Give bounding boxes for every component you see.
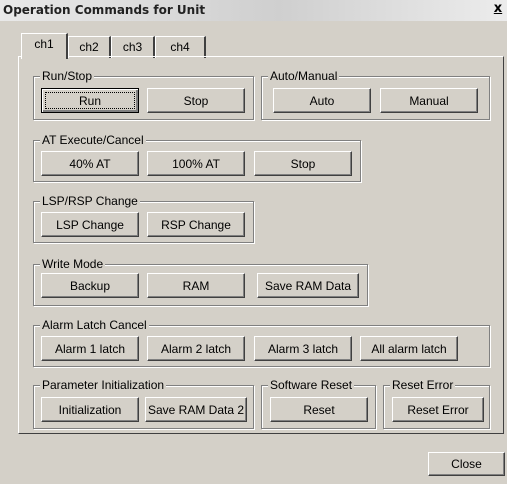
at-stop-button[interactable]: Stop xyxy=(254,151,352,176)
alarm-1-latch-button[interactable]: Alarm 1 latch xyxy=(41,336,139,361)
operation-commands-dialog: Operation Commands for Unit x ch1 ch2 ch… xyxy=(0,0,507,484)
at-100-button[interactable]: 100% AT xyxy=(147,151,245,176)
group-title: Software Reset xyxy=(268,378,355,392)
manual-button[interactable]: Manual xyxy=(380,88,478,113)
backup-button[interactable]: Backup xyxy=(41,273,139,298)
close-button[interactable]: Close xyxy=(428,452,505,476)
group-title: AT Execute/Cancel xyxy=(40,133,146,147)
run-button[interactable]: Run xyxy=(41,88,139,113)
window-title: Operation Commands for Unit xyxy=(3,3,206,17)
group-title: Parameter Initialization xyxy=(40,378,167,392)
at-40-button[interactable]: 40% AT xyxy=(41,151,139,176)
alarm-3-latch-button[interactable]: Alarm 3 latch xyxy=(254,336,352,361)
reset-error-button[interactable]: Reset Error xyxy=(392,397,484,422)
tab-ch1[interactable]: ch1 xyxy=(21,33,68,59)
rsp-change-button[interactable]: RSP Change xyxy=(147,212,245,237)
save-ram-data-2-button[interactable]: Save RAM Data 2 xyxy=(145,397,247,422)
initialization-button[interactable]: Initialization xyxy=(41,397,139,422)
auto-button[interactable]: Auto xyxy=(273,88,371,113)
group-title: Write Mode xyxy=(40,257,106,271)
group-title: Reset Error xyxy=(390,378,456,392)
tab-ch4[interactable]: ch4 xyxy=(155,36,206,58)
lsp-change-button[interactable]: LSP Change xyxy=(41,212,139,237)
ram-button[interactable]: RAM xyxy=(147,273,245,298)
alarm-2-latch-button[interactable]: Alarm 2 latch xyxy=(147,336,245,361)
software-reset-button[interactable]: Reset xyxy=(270,397,368,422)
group-title: Run/Stop xyxy=(40,69,95,83)
stop-button[interactable]: Stop xyxy=(147,88,245,113)
group-title: Auto/Manual xyxy=(268,69,340,83)
group-title: Alarm Latch Cancel xyxy=(40,318,149,332)
close-icon[interactable]: x xyxy=(491,1,505,18)
title-bar: Operation Commands for Unit x xyxy=(0,0,507,21)
all-alarm-latch-button[interactable]: All alarm latch xyxy=(360,336,458,361)
tab-ch2[interactable]: ch2 xyxy=(68,36,111,58)
save-ram-data-button[interactable]: Save RAM Data xyxy=(257,273,359,298)
tab-ch3[interactable]: ch3 xyxy=(111,36,155,58)
group-title: LSP/RSP Change xyxy=(40,194,140,208)
